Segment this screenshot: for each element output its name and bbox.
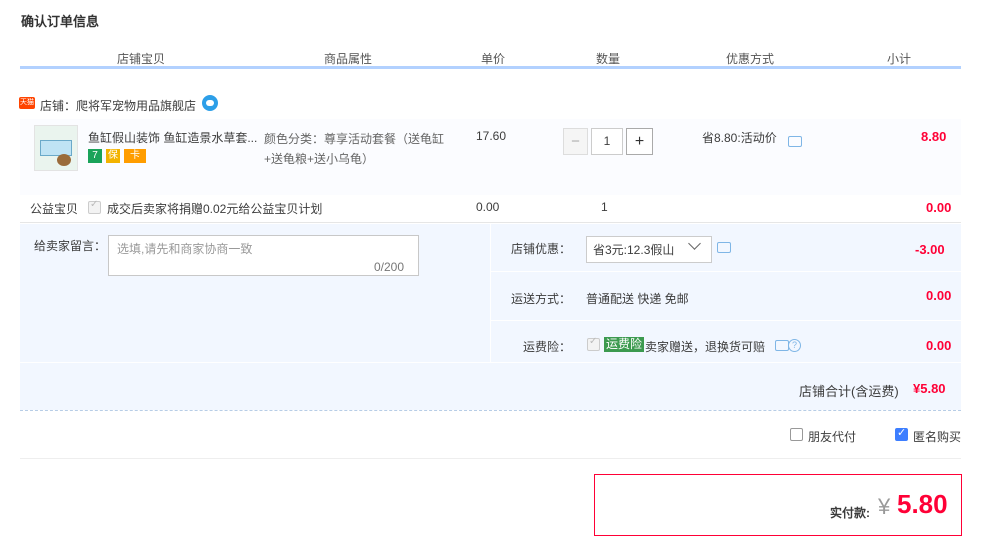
wangwang-chat-icon[interactable] <box>202 95 218 111</box>
quantity-decrease-button[interactable]: − <box>563 128 588 155</box>
insurance-text: 卖家赠送，退换货可赔 <box>645 340 766 354</box>
col-item: 店铺宝贝 <box>117 52 166 66</box>
header-line <box>20 66 961 69</box>
discount-chat-icon[interactable] <box>717 242 731 253</box>
help-icon[interactable]: ? <box>788 339 801 352</box>
charity-price: 0.00 <box>476 200 500 214</box>
friend-pay-label[interactable]: 朋友代付 <box>808 428 856 445</box>
charity-checkbox <box>88 199 101 214</box>
insurance-amount: 0.00 <box>926 338 952 353</box>
shop-total-amount: ¥5.80 <box>913 381 946 396</box>
promo-text: 省8.80:活动价 <box>702 131 777 145</box>
product-name[interactable]: 鱼缸假山装饰 鱼缸造景水草套... <box>88 129 257 146</box>
anonymous-checkbox[interactable] <box>895 426 908 441</box>
quantity-increase-button[interactable]: + <box>626 128 653 155</box>
shop-discount-amount: -3.00 <box>915 242 945 257</box>
divider <box>491 271 961 272</box>
divider <box>20 362 961 363</box>
message-counter: 0/200 <box>374 260 405 274</box>
page-title: 确认订单信息 <box>21 14 100 29</box>
shop-total-label: 店铺合计(含运费) <box>799 384 899 399</box>
charity-label: 公益宝贝 <box>30 202 79 216</box>
guarantee-icon: 保 <box>106 149 120 163</box>
col-price: 单价 <box>481 52 506 66</box>
charity-text: 成交后卖家将捐赠0.02元给公益宝贝计划 <box>107 202 323 216</box>
shipping-value: 普通配送 快递 免邮 <box>586 292 689 306</box>
divider <box>491 320 961 321</box>
panel-divider <box>490 224 491 362</box>
anonymous-label[interactable]: 匿名购买 <box>913 428 961 445</box>
divider <box>20 458 961 459</box>
payment-amount: 5.80 <box>897 489 948 519</box>
product-property: 颜色分类：尊享活动套餐（送龟缸+送龟粮+送小乌龟） <box>264 132 445 166</box>
message-placeholder: 选填,请先和商家协商一致 <box>117 242 253 256</box>
insurance-checkbox <box>587 336 600 351</box>
quantity-input[interactable]: 1 <box>591 128 623 155</box>
unit-price: 17.60 <box>476 129 507 143</box>
currency-symbol: ¥ <box>878 494 891 519</box>
seven-day-return-icon: 7 <box>88 149 102 163</box>
payment-label: 实付款: <box>830 506 870 520</box>
shop-discount-value: 省3元:12.3假山 <box>593 243 675 257</box>
col-attr: 商品属性 <box>324 52 373 66</box>
item-subtotal: 8.80 <box>921 129 947 144</box>
friend-pay-checkbox[interactable] <box>790 428 803 441</box>
insurance-chat-icon[interactable] <box>775 340 789 351</box>
product-thumbnail[interactable] <box>34 125 78 171</box>
promo-chat-icon[interactable] <box>788 136 802 147</box>
col-promo: 优惠方式 <box>726 52 775 66</box>
dashed-divider <box>20 410 961 411</box>
shipping-amount: 0.00 <box>926 288 952 303</box>
charity-qty: 1 <box>601 200 608 214</box>
insurance-label: 运费险： <box>523 340 572 354</box>
message-label: 给卖家留言： <box>34 239 107 253</box>
divider <box>20 222 961 223</box>
col-subtotal: 小计 <box>887 52 912 66</box>
shop-discount-label: 店铺优惠： <box>511 242 572 256</box>
shop-name[interactable]: 店铺：爬将军宠物用品旗舰店 <box>40 97 196 114</box>
shipping-label: 运送方式： <box>511 292 572 306</box>
col-qty: 数量 <box>596 52 621 66</box>
tmall-icon: 天猫 <box>19 97 35 109</box>
charity-subtotal: 0.00 <box>926 200 952 215</box>
credit-card-icon: 卡 <box>124 149 146 163</box>
insurance-tag: 运费险 <box>604 337 645 352</box>
